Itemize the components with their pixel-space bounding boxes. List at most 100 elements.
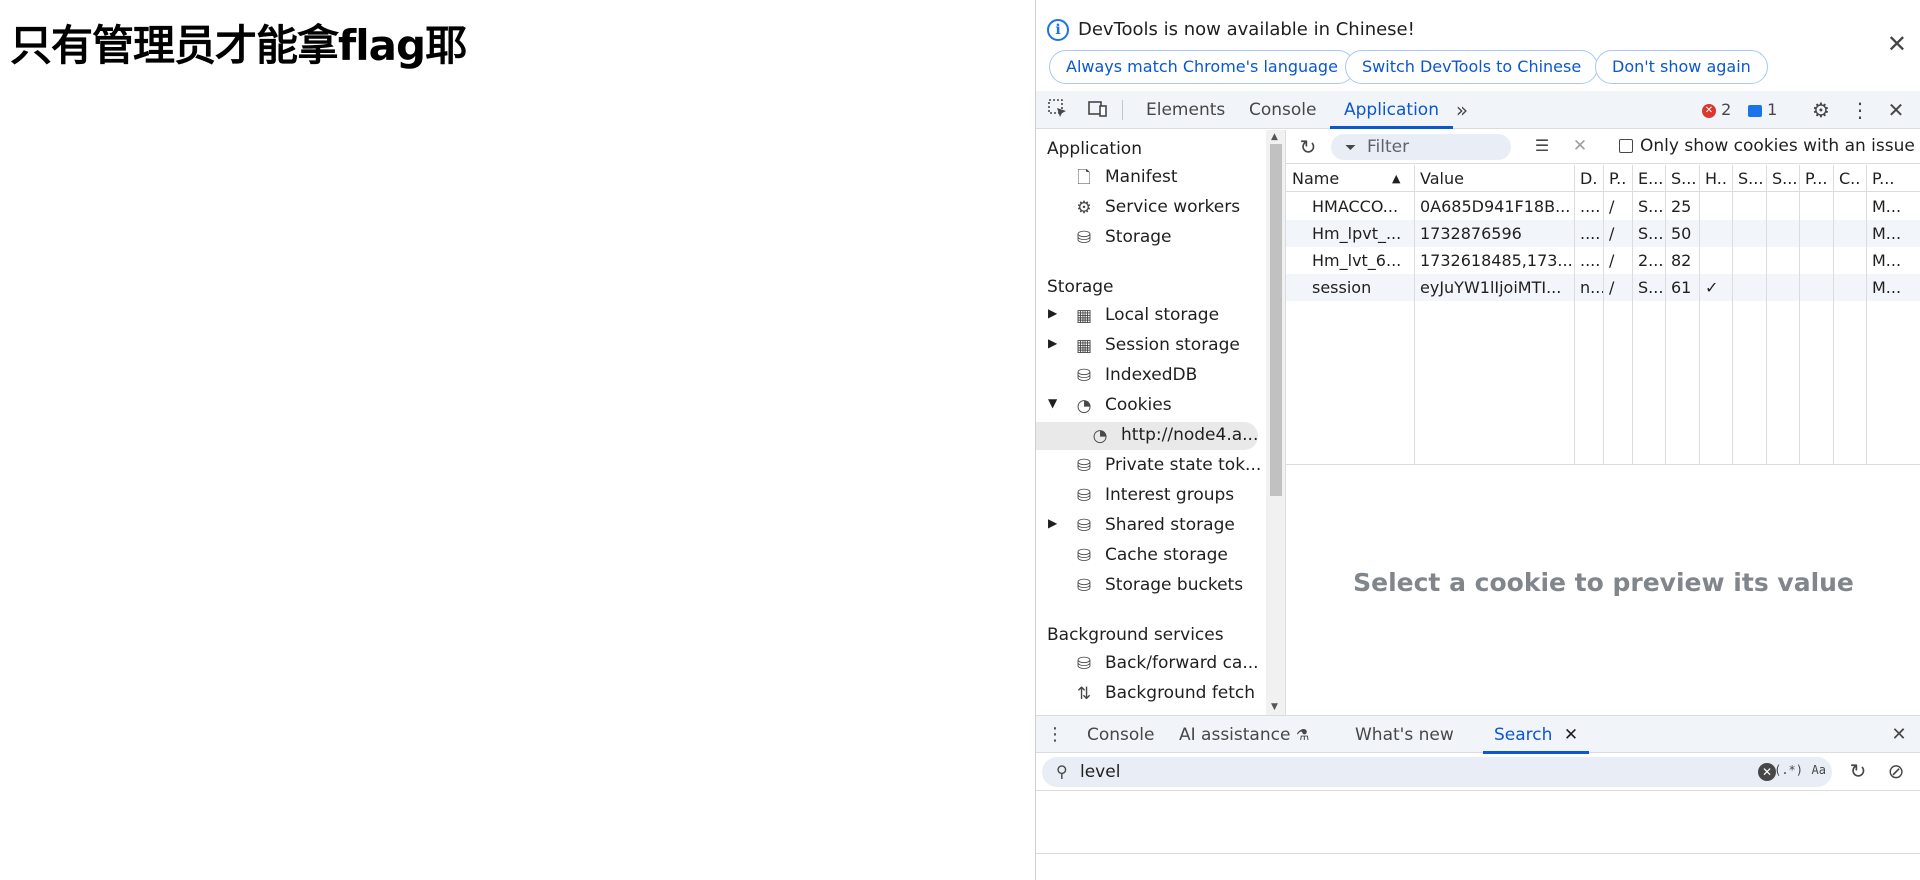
more-tabs-icon[interactable]: » xyxy=(1450,98,1474,122)
match-case-toggle[interactable]: Aa xyxy=(1812,763,1826,777)
cell-domain: .... xyxy=(1580,197,1601,216)
scrollbar-thumb[interactable] xyxy=(1270,144,1282,496)
column-header-priority[interactable]: P... xyxy=(1866,165,1920,192)
cell-name: session xyxy=(1312,278,1372,297)
column-header-expires[interactable]: E... xyxy=(1632,165,1665,192)
cell-partition-key xyxy=(1799,247,1833,274)
drawer-tab-ai-assistance[interactable]: AI assistance ⚗ xyxy=(1179,716,1309,754)
clear-all-cookies-icon[interactable]: ☰ xyxy=(1530,134,1554,158)
cell-cross-site xyxy=(1833,274,1866,301)
cookies-table: Name ▲ Value D. P.. E... S... H.. S... S.… xyxy=(1286,165,1920,465)
cell-httponly: ✓ xyxy=(1705,278,1719,297)
drawer-tab-console[interactable]: Console xyxy=(1087,716,1155,754)
collapse-arrow-icon[interactable]: ▼ xyxy=(1048,396,1057,410)
sidebar-item-service-workers[interactable]: ⚙ Service workers xyxy=(1036,194,1258,222)
always-match-language-button[interactable]: Always match Chrome's language xyxy=(1049,50,1355,84)
column-header-name[interactable]: Name ▲ xyxy=(1286,165,1414,192)
drawer-menu-icon[interactable]: ⋮ xyxy=(1043,723,1067,747)
cookies-pane: ↻ ⏷ Filter ☰ ✕ Only show cookies with an… xyxy=(1286,130,1920,715)
page-heading: 只有管理员才能拿flag耶 xyxy=(10,21,467,70)
device-toolbar-icon[interactable] xyxy=(1085,98,1109,122)
cell-samesite xyxy=(1766,220,1799,247)
search-input[interactable]: ⚲ level ✕ (.*) Aa xyxy=(1042,757,1832,787)
sidebar-item-manifest[interactable]: 🗋 Manifest xyxy=(1036,164,1258,192)
cell-samesite xyxy=(1766,274,1799,301)
sidebar-item-interest-groups[interactable]: ⛁ Interest groups xyxy=(1036,482,1258,510)
more-options-icon[interactable]: ⋮ xyxy=(1848,98,1872,122)
drawer-tab-search[interactable]: Search ✕ xyxy=(1483,716,1590,754)
cell-partition-key xyxy=(1799,220,1833,247)
cell-size: 50 xyxy=(1671,224,1692,243)
cell-value: 1732618485,173... xyxy=(1420,251,1573,270)
error-count-badge[interactable]: ✕ 2 xyxy=(1702,100,1731,119)
column-header-value[interactable]: Value xyxy=(1414,165,1574,192)
sidebar-item-storage[interactable]: ⛁ Storage xyxy=(1036,224,1258,252)
regex-toggle[interactable]: (.*) xyxy=(1774,763,1803,777)
column-header-partition-key[interactable]: P... xyxy=(1799,165,1833,192)
sidebar-item-local-storage[interactable]: ▶ ▦ Local storage xyxy=(1036,302,1258,330)
cell-name: HMACCO... xyxy=(1312,197,1399,216)
column-header-domain[interactable]: D. xyxy=(1574,165,1603,192)
cell-path: / xyxy=(1609,251,1615,270)
only-issues-checkbox[interactable] xyxy=(1619,139,1633,153)
cell-path: / xyxy=(1609,278,1615,297)
expand-arrow-icon[interactable]: ▶ xyxy=(1048,516,1057,530)
cell-partition-key xyxy=(1799,193,1833,220)
tab-console[interactable]: Console xyxy=(1249,91,1317,129)
column-header-secure[interactable]: S... xyxy=(1732,165,1766,192)
sidebar-item-cookie-origin[interactable]: ◔ http://node4.a... xyxy=(1036,422,1258,450)
cell-size: 61 xyxy=(1671,278,1692,297)
column-header-cross-site[interactable]: C.. xyxy=(1833,165,1866,192)
column-header-httponly[interactable]: H.. xyxy=(1699,165,1732,192)
column-header-path[interactable]: P.. xyxy=(1603,165,1632,192)
tab-application[interactable]: Application xyxy=(1330,91,1453,129)
cell-secure xyxy=(1732,247,1766,274)
column-header-size[interactable]: S... xyxy=(1665,165,1699,192)
refresh-icon[interactable]: ↻ xyxy=(1296,135,1320,159)
web-page: 只有管理员才能拿flag耶 xyxy=(0,0,1035,880)
cookie-filter-input[interactable]: ⏷ Filter xyxy=(1331,134,1511,160)
delete-selected-icon[interactable]: ✕ xyxy=(1568,134,1592,158)
database-icon: ⛁ xyxy=(1076,456,1092,476)
cell-secure xyxy=(1732,193,1766,220)
cell-priority: M... xyxy=(1872,278,1902,297)
cookies-toolbar: ↻ ⏷ Filter ☰ ✕ Only show cookies with an… xyxy=(1286,130,1920,164)
drawer-tab-whats-new[interactable]: What's new xyxy=(1355,716,1454,754)
refresh-search-icon[interactable]: ↻ xyxy=(1846,759,1870,783)
scroll-up-icon[interactable]: ▲ xyxy=(1271,132,1278,142)
cell-expires: 2... xyxy=(1638,251,1664,270)
cell-name: Hm_lvt_6... xyxy=(1312,251,1402,270)
sidebar-item-cache-storage[interactable]: ⛁ Cache storage xyxy=(1036,542,1258,570)
sidebar-item-indexeddb[interactable]: ⛁ IndexedDB xyxy=(1036,362,1258,390)
flask-icon: ⚗ xyxy=(1295,726,1310,744)
sidebar-item-private-state-tokens[interactable]: ⛁ Private state tok... xyxy=(1036,452,1261,480)
sidebar-item-background-fetch[interactable]: ⇅ Background fetch xyxy=(1036,680,1258,708)
tab-elements[interactable]: Elements xyxy=(1146,91,1225,129)
main-toolbar: Elements Console Application » ✕ 2 1 ⚙ ⋮… xyxy=(1036,91,1920,129)
close-devtools-icon[interactable]: ✕ xyxy=(1884,98,1908,122)
inspect-element-icon[interactable] xyxy=(1046,98,1070,122)
cell-domain: .... xyxy=(1580,251,1601,270)
cell-samesite xyxy=(1766,247,1799,274)
sidebar-item-storage-buckets[interactable]: ⛁ Storage buckets xyxy=(1036,572,1258,600)
dont-show-again-button[interactable]: Don't show again xyxy=(1595,50,1768,84)
scroll-down-icon[interactable]: ▼ xyxy=(1271,702,1278,712)
error-icon: ✕ xyxy=(1702,103,1716,118)
switch-to-chinese-button[interactable]: Switch DevTools to Chinese xyxy=(1345,50,1599,84)
cell-size: 25 xyxy=(1671,197,1692,216)
message-count-badge[interactable]: 1 xyxy=(1748,100,1777,119)
settings-gear-icon[interactable]: ⚙ xyxy=(1809,98,1833,122)
column-header-samesite[interactable]: S... xyxy=(1766,165,1799,192)
sidebar-item-back-forward-cache[interactable]: ⛁ Back/forward ca... xyxy=(1036,650,1259,678)
clear-results-icon[interactable]: ⊘ xyxy=(1884,759,1908,783)
infobar-close-icon[interactable]: ✕ xyxy=(1887,30,1907,58)
devtools-panel: i DevTools is now available in Chinese! … xyxy=(1035,0,1920,880)
close-drawer-icon[interactable]: ✕ xyxy=(1887,723,1911,747)
sidebar-item-cookies[interactable]: ▼ ◔ Cookies xyxy=(1036,392,1258,420)
sidebar-item-session-storage[interactable]: ▶ ▦ Session storage xyxy=(1036,332,1258,360)
expand-arrow-icon[interactable]: ▶ xyxy=(1048,336,1057,350)
sidebar-item-shared-storage[interactable]: ▶ ⛁ Shared storage xyxy=(1036,512,1258,540)
close-search-tab-icon[interactable]: ✕ xyxy=(1564,725,1578,745)
sidebar-scrollbar[interactable]: ▲ ▼ xyxy=(1266,130,1285,715)
expand-arrow-icon[interactable]: ▶ xyxy=(1048,306,1057,320)
